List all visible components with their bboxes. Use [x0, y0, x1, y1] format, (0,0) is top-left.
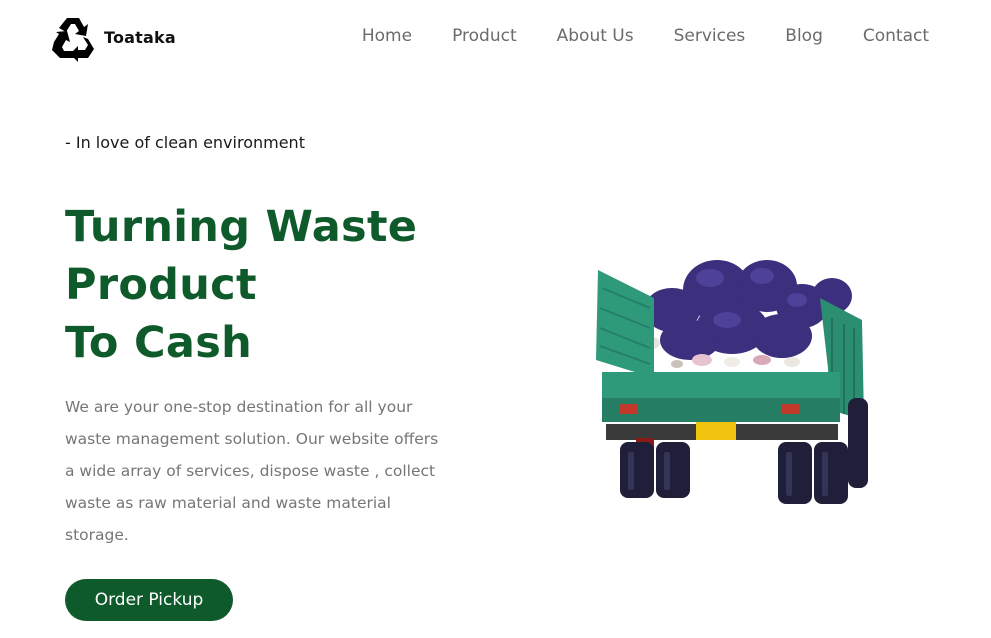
brand[interactable]: Toataka: [48, 12, 176, 62]
headline-line: Product: [65, 260, 257, 310]
hero-headline: Turning Waste Product To Cash: [65, 198, 417, 372]
hero-description: We are your one-stop destination for all…: [65, 398, 439, 544]
recycle-icon: [52, 18, 94, 62]
nav-item-product[interactable]: Product: [452, 26, 517, 46]
brand-name: Toataka: [104, 27, 176, 47]
nav-item-contact[interactable]: Contact: [863, 26, 929, 46]
landing-page: Toataka Home Product About Us Services B…: [0, 0, 991, 638]
order-pickup-button[interactable]: Order Pickup: [65, 579, 233, 621]
nav-item-services[interactable]: Services: [674, 26, 746, 46]
nav-item-blog[interactable]: Blog: [785, 26, 823, 46]
hero-tagline: - In love of clean environment: [65, 133, 305, 152]
headline-line: To Cash: [65, 318, 253, 368]
nav-item-home[interactable]: Home: [362, 26, 412, 46]
main-nav: Home Product About Us Services Blog Cont…: [362, 26, 929, 46]
headline-line: Turning Waste: [65, 202, 418, 252]
garbage-truck-image: [596, 260, 868, 504]
nav-item-about-us[interactable]: About Us: [557, 26, 634, 46]
